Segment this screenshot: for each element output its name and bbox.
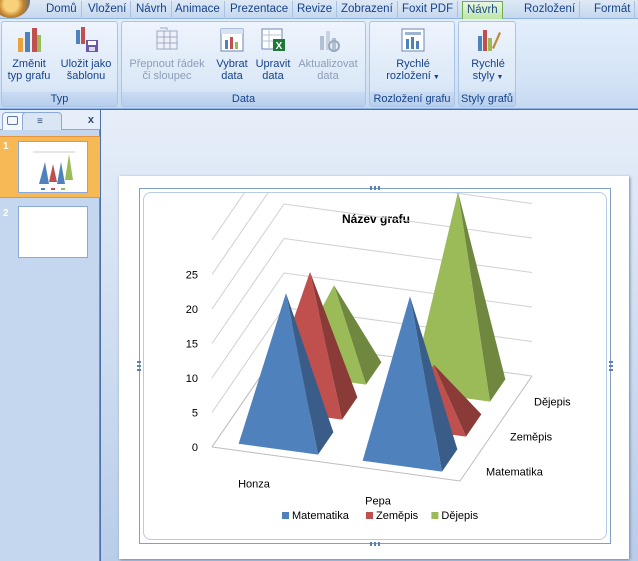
edit-data-button[interactable]: X Upravit data — [253, 26, 293, 82]
refresh-data-label-1: Aktualizovat — [298, 58, 358, 70]
group-label-typ: Typ — [2, 92, 117, 106]
close-pane-button[interactable]: x — [88, 114, 94, 126]
tab-foxit pdf[interactable]: Foxit PDF — [398, 1, 459, 19]
depth-axis-label: Zeměpis — [510, 432, 553, 444]
y-tick-label: 25 — [186, 270, 198, 282]
tab-outline[interactable]: ≡ — [22, 112, 62, 130]
group-label-styles: Styly grafů — [459, 92, 515, 106]
chart-styles-icon — [474, 26, 502, 54]
change-chart-type-button[interactable]: Změnit typ grafu — [6, 26, 52, 82]
slide-thumbnail-2[interactable]: 2 — [0, 204, 100, 264]
group-label-data: Data — [122, 92, 365, 106]
legend-label: Matematika — [292, 510, 350, 522]
ribbon-group-typ: Změnit typ grafu Uložit jako šablonu Typ — [1, 21, 118, 107]
y-tick-label: 10 — [186, 373, 198, 385]
save-as-template-label-2: šablonu — [66, 70, 106, 82]
tab-vložení[interactable]: Vložení — [84, 1, 132, 19]
quick-layout-label-2-wrap: rozložení ▼ — [382, 70, 444, 84]
switch-row-column-label-2: či sloupec — [142, 70, 192, 82]
slide-editing-area: Název grafu 0 5 10 15 20 25 Honza Pepa Matematika… — [101, 110, 638, 561]
resize-handle-left[interactable] — [137, 359, 141, 371]
slide-number: 1 — [3, 141, 9, 152]
tab-prezentace[interactable]: Prezentace — [226, 1, 294, 19]
slide-thumbnail-1[interactable]: 1 — [0, 136, 100, 198]
ribbon-group-data: Přepnout řádek či sloupec Vybrat data X … — [121, 21, 366, 107]
quick-styles-label-2-wrap: styly ▼ — [465, 70, 511, 84]
slide-canvas[interactable]: Název grafu 0 5 10 15 20 25 Honza Pepa Matematika… — [119, 134, 629, 559]
switch-row-column-label-1: Přepnout řádek — [129, 58, 205, 70]
save-as-template-button[interactable]: Uložit jako šablonu — [56, 26, 116, 82]
refresh-data-label-2: data — [317, 70, 339, 82]
quick-layout-button[interactable]: Rychlé rozložení ▼ — [382, 26, 444, 84]
quick-layout-icon — [399, 26, 427, 54]
legend-label: Dějepis — [441, 510, 478, 522]
tab-zobrazení[interactable]: Zobrazení — [337, 1, 398, 19]
select-data-button[interactable]: Vybrat data — [213, 26, 251, 82]
tab-formát[interactable]: Formát — [590, 1, 636, 19]
category-label: Honza — [238, 479, 271, 491]
pyramid-chart: Název grafu 0 5 10 15 20 25 Honza Pepa Matematika… — [186, 134, 571, 522]
edit-data-label-1: Upravit — [255, 58, 291, 70]
depth-axis-label: Dějepis — [534, 397, 571, 409]
refresh-data-icon — [314, 26, 342, 54]
ribbon-tab-bar: Domů Vložení Návrh Animace Prezentace Revize Z… — [0, 0, 638, 19]
ribbon: Změnit typ grafu Uložit jako šablonu Typ — [0, 19, 638, 109]
gridline — [211, 168, 533, 275]
resize-handle-right[interactable] — [609, 359, 613, 371]
category-label: Pepa — [365, 496, 392, 508]
tab-rozložení[interactable]: Rozložení — [520, 1, 581, 19]
change-chart-type-label-1: Změnit — [12, 58, 46, 70]
resize-handle-top[interactable] — [370, 186, 382, 190]
save-template-icon — [72, 26, 100, 54]
switch-row-column-button[interactable]: Přepnout řádek či sloupec — [126, 26, 208, 82]
select-data-label-2: data — [221, 70, 243, 82]
slide-2-preview — [18, 206, 88, 258]
select-data-label-1: Vybrat — [216, 58, 248, 70]
save-as-template-label-1: Uložit jako — [60, 58, 112, 70]
refresh-data-button[interactable]: Aktualizovat data — [295, 26, 361, 82]
tab-animace[interactable]: Animace — [171, 1, 225, 19]
legend-swatch — [431, 512, 439, 519]
resize-handle-bottom[interactable] — [370, 542, 382, 546]
y-tick-label: 5 — [192, 408, 198, 420]
quick-styles-label-2: styly — [472, 70, 495, 82]
legend-swatch — [366, 512, 373, 519]
select-data-icon — [218, 26, 246, 54]
legend-label: Zeměpis — [376, 510, 419, 522]
ribbon-group-styles: Rychlé styly ▼ Styly grafů — [458, 21, 516, 107]
depth-axis-label: Matematika — [486, 467, 544, 479]
slides-pane: ≡ x 1 2 — [0, 110, 100, 561]
tab-domů[interactable]: Domů — [42, 1, 82, 19]
chart-area[interactable]: Název grafu 0 5 10 15 20 25 Honza Pepa Matematika… — [143, 134, 607, 540]
group-label-layout: Rozložení grafu — [370, 92, 454, 106]
quick-styles-label-1: Rychlé — [471, 58, 505, 70]
switch-row-column-icon — [153, 26, 181, 54]
ribbon-group-layout: Rychlé rozložení ▼ Rozložení grafu — [369, 21, 455, 107]
chart-type-icon — [15, 26, 43, 54]
y-tick-label: 15 — [186, 339, 198, 351]
dropdown-arrow-icon: ▼ — [494, 74, 504, 81]
slide-number: 2 — [3, 208, 9, 219]
tab-revize[interactable]: Revize — [293, 1, 338, 19]
y-tick-label: 20 — [186, 304, 198, 316]
svg-text:X: X — [276, 41, 283, 52]
edit-data-label-2: data — [262, 70, 284, 82]
tab-návrh[interactable]: Návrh — [462, 1, 503, 19]
edit-data-icon: X — [259, 26, 287, 54]
y-tick-label: 0 — [192, 442, 198, 454]
dropdown-arrow-icon: ▼ — [430, 74, 440, 81]
tab-návrh[interactable]: Návrh — [132, 1, 172, 19]
change-chart-type-label-2: typ grafu — [7, 70, 51, 82]
quick-layout-label-1: Rychlé — [396, 58, 430, 70]
pane-tabs: ≡ x — [0, 110, 100, 130]
quick-styles-button[interactable]: Rychlé styly ▼ — [465, 26, 511, 84]
chart-title: Název grafu — [342, 212, 410, 226]
quick-layout-label-2: rozložení — [386, 70, 431, 82]
office-button[interactable] — [0, 0, 30, 18]
outline-tab-icon: ≡ — [37, 116, 43, 127]
legend-swatch — [282, 512, 289, 519]
slides-tab-icon — [7, 116, 18, 125]
slide-1-preview — [18, 141, 88, 193]
chart-selection-frame[interactable]: Název grafu 0 5 10 15 20 25 Honza Pepa Matematika… — [137, 134, 613, 546]
